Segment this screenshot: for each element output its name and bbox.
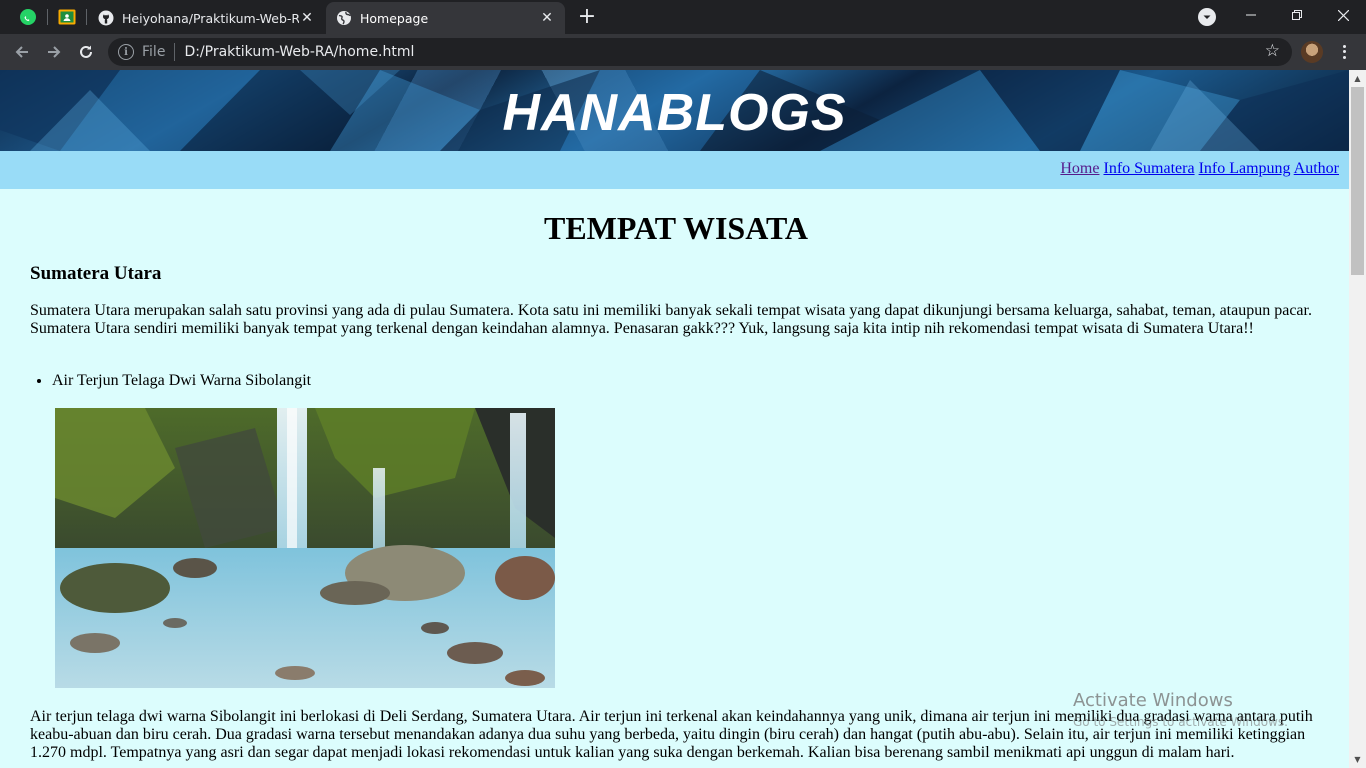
pinned-tab-whatsapp[interactable] — [14, 5, 42, 29]
github-icon — [98, 10, 114, 26]
scroll-up-arrow-icon[interactable]: ▲ — [1349, 70, 1366, 87]
address-divider — [174, 43, 176, 61]
close-tab-icon[interactable]: ✕ — [539, 10, 555, 26]
intro-paragraph: Sumatera Utara merupakan salah satu prov… — [30, 302, 1312, 337]
page-viewport: HANABLOGS Home Info Sumatera Info Lampun… — [0, 70, 1366, 768]
site-title: HANABLOGS — [502, 84, 847, 142]
nav-link-info-lampung[interactable]: Info Lampung — [1199, 160, 1291, 177]
tab-title: Heiyohana/Praktikum-Web-RA at — [122, 10, 299, 26]
pinned-separator — [47, 9, 48, 25]
close-tab-icon[interactable]: ✕ — [299, 10, 315, 26]
whatsapp-icon — [20, 9, 36, 25]
activate-windows-subtitle: Go to Settings to activate Windows. — [1073, 715, 1288, 729]
nav-link-info-sumatera[interactable]: Info Sumatera — [1103, 160, 1194, 177]
google-classroom-icon — [58, 9, 76, 25]
scroll-down-arrow-icon[interactable]: ▼ — [1349, 751, 1366, 768]
arrow-left-icon — [15, 46, 28, 58]
profile-avatar[interactable] — [1301, 41, 1323, 63]
minimize-icon — [1246, 14, 1256, 16]
new-tab-button[interactable]: + — [575, 6, 599, 30]
address-url[interactable]: D:/Praktikum-Web-RA/home.html — [184, 44, 414, 60]
main-content: TEMPAT WISATA Sumatera Utara Sumatera Ut… — [30, 189, 1322, 762]
destination-list: Air Terjun Telaga Dwi Warna Sibolangit — [30, 372, 1322, 390]
restore-button[interactable] — [1274, 0, 1320, 30]
list-item: Air Terjun Telaga Dwi Warna Sibolangit — [52, 372, 1322, 390]
header-banner: HANABLOGS — [0, 70, 1349, 151]
activate-windows-title: Activate Windows — [1073, 690, 1233, 711]
chevron-down-icon — [1203, 15, 1211, 19]
browser-menu-button[interactable] — [1336, 41, 1352, 63]
tab-search-button[interactable] — [1198, 8, 1216, 26]
address-bar[interactable]: i File D:/Praktikum-Web-RA/home.html ☆ — [108, 38, 1292, 66]
pinned-separator — [86, 9, 87, 25]
tab-strip: Heiyohana/Praktikum-Web-RA at ✕ Homepage… — [0, 0, 1366, 34]
waterfall-image — [55, 408, 555, 688]
forward-button[interactable] — [40, 38, 68, 66]
nav-link-home[interactable]: Home — [1060, 160, 1099, 177]
nav-link-author[interactable]: Author — [1294, 160, 1339, 177]
scrollbar-thumb[interactable] — [1351, 87, 1364, 275]
browser-toolbar: i File D:/Praktikum-Web-RA/home.html ☆ — [0, 34, 1366, 70]
tab-github[interactable]: Heiyohana/Praktikum-Web-RA at ✕ — [88, 2, 325, 34]
section-title: Sumatera Utara — [30, 263, 162, 284]
site-nav: Home Info Sumatera Info Lampung Author — [0, 151, 1349, 189]
globe-icon — [337, 11, 351, 25]
reload-button[interactable] — [72, 38, 100, 66]
close-window-button[interactable] — [1320, 0, 1366, 30]
bookmark-star-icon[interactable]: ☆ — [1265, 41, 1280, 61]
close-icon — [1337, 9, 1349, 21]
reload-icon — [80, 45, 92, 58]
site-info-icon[interactable]: i — [118, 44, 134, 60]
restore-icon — [1292, 10, 1302, 20]
waterfall-photo — [55, 408, 555, 688]
tab-title: Homepage — [360, 10, 429, 26]
back-button[interactable] — [8, 38, 36, 66]
minimize-button[interactable] — [1228, 0, 1274, 30]
page-title: TEMPAT WISATA — [543, 210, 809, 246]
tab-homepage[interactable]: Homepage ✕ — [326, 2, 565, 34]
page-scrollbar[interactable]: ▲ ▼ — [1349, 70, 1366, 768]
pinned-tab-classroom[interactable] — [53, 5, 81, 29]
address-scheme-label: File — [142, 44, 166, 60]
arrow-right-icon — [48, 46, 61, 58]
